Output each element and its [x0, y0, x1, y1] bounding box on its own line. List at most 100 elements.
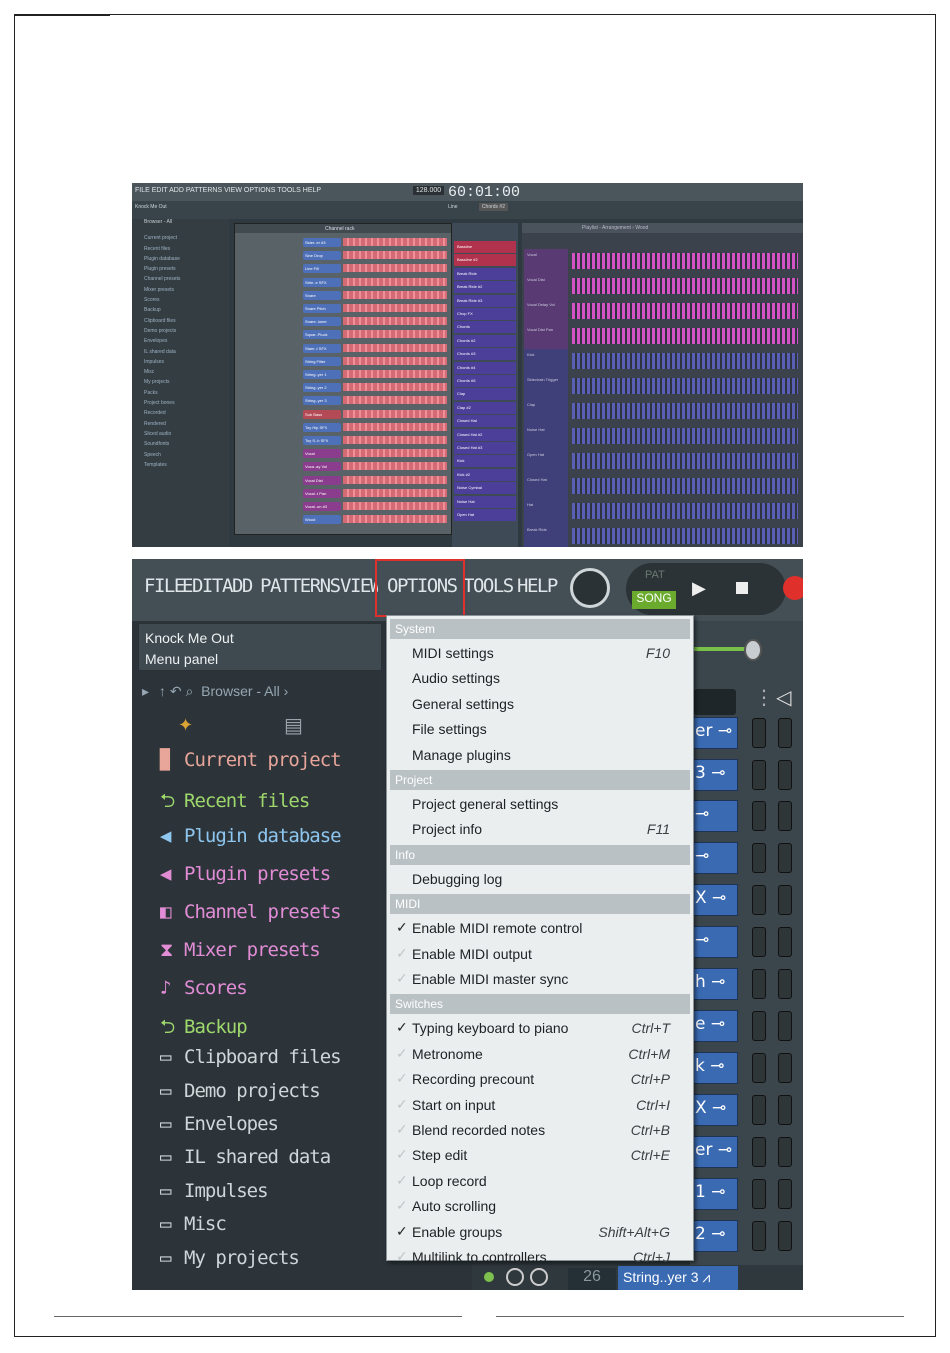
- overview-browser-item[interactable]: Recent files: [132, 246, 229, 256]
- overview-browser-item[interactable]: Recorded: [132, 410, 229, 420]
- overview-browser-item[interactable]: Misc: [132, 369, 229, 379]
- menu-item[interactable]: ✓ Recording precount Ctrl+P: [390, 1067, 690, 1092]
- overview-mixer-track[interactable]: Closed Hat #3: [454, 442, 516, 454]
- overview-mixer-track[interactable]: Clap #2: [454, 401, 516, 414]
- overview-browser-item[interactable]: Impulses: [132, 359, 229, 369]
- overview-step-pads[interactable]: [343, 290, 447, 299]
- overview-playlist-track[interactable]: Break Ride: [524, 524, 568, 547]
- browser-item[interactable]: ♪ Scores: [160, 977, 248, 999]
- menu-item[interactable]: ✓ Enable MIDI output: [390, 942, 690, 967]
- overview-browser-item[interactable]: Scores: [132, 297, 229, 307]
- overview-step-pads[interactable]: [343, 277, 447, 286]
- overview-step-pads[interactable]: [343, 502, 447, 510]
- browser-item[interactable]: ▭ Demo projects: [160, 1080, 321, 1102]
- overview-step-pads[interactable]: [343, 330, 447, 339]
- mixer-track-number[interactable]: 26: [568, 1268, 616, 1290]
- pat-mode-label[interactable]: PAT: [645, 569, 665, 581]
- overview-step-pads[interactable]: [343, 462, 447, 471]
- overview-browser-item[interactable]: IL shared data: [132, 349, 229, 359]
- select-switch[interactable]: [778, 1137, 792, 1167]
- overview-mixer-track[interactable]: Bassline: [454, 241, 516, 253]
- channel-button[interactable]: 2 ⊸: [690, 1220, 738, 1252]
- select-switch[interactable]: [778, 927, 792, 957]
- mute-switch[interactable]: [752, 969, 766, 999]
- select-switch[interactable]: [778, 760, 792, 790]
- overview-browser-item[interactable]: Mixer presets: [132, 287, 229, 297]
- menu-item[interactable]: Project info F11: [390, 817, 690, 842]
- overview-channel-button[interactable]: Sub Bass: [303, 409, 341, 419]
- document-icon[interactable]: ▤: [284, 713, 303, 737]
- menu-item[interactable]: MIDI settings F10: [390, 641, 690, 666]
- browser-item[interactable]: ▭ My projects: [160, 1247, 300, 1269]
- overview-step-pads[interactable]: [343, 304, 447, 312]
- menu-item[interactable]: ✓ Metronome Ctrl+M: [390, 1042, 690, 1067]
- overview-mixer-track[interactable]: Chords #5: [454, 375, 516, 387]
- overview-browser-item[interactable]: Current project: [132, 235, 229, 245]
- overview-step-pads[interactable]: [343, 317, 447, 326]
- browser-item[interactable]: ◀ Plugin database: [160, 825, 342, 847]
- browser-item[interactable]: ▭ Impulses: [160, 1180, 269, 1202]
- overview-step-pads[interactable]: [343, 409, 447, 418]
- select-switch[interactable]: [778, 969, 792, 999]
- channel-button[interactable]: k ⊸: [690, 1052, 738, 1084]
- overview-mixer-track[interactable]: Open Hat: [454, 509, 516, 521]
- select-switch[interactable]: [778, 801, 792, 831]
- overview-mixer-track[interactable]: Clap: [454, 388, 516, 401]
- menu-add[interactable]: ADD: [222, 575, 253, 597]
- overview-channel-button[interactable]: Voca..ay Vol: [303, 462, 341, 472]
- overview-mixer-track[interactable]: Chords #3: [454, 348, 516, 361]
- overview-mixer-track[interactable]: Chords: [454, 321, 516, 334]
- overview-step-pads[interactable]: [343, 251, 447, 260]
- browser-item[interactable]: ⧗ Mixer presets: [160, 939, 321, 961]
- select-switch[interactable]: [778, 718, 792, 748]
- overview-browser-item[interactable]: Packs: [132, 390, 229, 400]
- channel-button[interactable]: X ⊸: [690, 884, 738, 916]
- overview-step-pads[interactable]: [343, 383, 447, 392]
- channel-rack-selector[interactable]: [694, 689, 736, 715]
- pan-knob[interactable]: [506, 1268, 524, 1286]
- mute-switch[interactable]: [752, 927, 766, 957]
- overview-step-pads[interactable]: [343, 356, 447, 365]
- select-switch[interactable]: [778, 1221, 792, 1251]
- overview-mixer-track[interactable]: Closed Hat #2: [454, 428, 516, 441]
- select-switch[interactable]: [778, 885, 792, 915]
- menu-help[interactable]: HELP: [517, 575, 558, 597]
- overview-step-pads[interactable]: [343, 515, 447, 524]
- overview-step-pads[interactable]: [343, 436, 447, 444]
- overview-browser-item[interactable]: Plugin database: [132, 256, 229, 266]
- mute-switch[interactable]: [752, 885, 766, 915]
- overview-channel-button[interactable]: Sider..er #3: [303, 238, 341, 247]
- overview-mixer-track[interactable]: Chords #2: [454, 334, 516, 347]
- overview-mixer-track[interactable]: Break Ride: [454, 267, 516, 280]
- menu-item[interactable]: General settings: [390, 692, 690, 717]
- mute-switch[interactable]: [752, 801, 766, 831]
- tempo-slider[interactable]: [690, 639, 803, 661]
- overview-channel-button[interactable]: Sine Drop: [303, 251, 341, 261]
- overview-playlist-track[interactable]: Vocal Dist: [524, 274, 568, 299]
- overview-channel-button[interactable]: Squar..Pluck: [303, 330, 341, 340]
- overview-channel-button[interactable]: Snare Pitch: [303, 304, 341, 313]
- up-arrow-icon[interactable]: ↑: [159, 683, 166, 699]
- overview-step-pads[interactable]: [343, 264, 447, 273]
- browser-item[interactable]: ▉ Current project: [160, 749, 342, 771]
- overview-playlist-track[interactable]: Hat: [524, 499, 568, 524]
- browser-item[interactable]: ◀ Plugin presets: [160, 863, 331, 885]
- select-switch[interactable]: [778, 1053, 792, 1083]
- browser-item[interactable]: ⮌ Recent files: [160, 787, 310, 819]
- channel-button[interactable]: X ⊸: [690, 1094, 738, 1126]
- overview-browser-item[interactable]: Rendered: [132, 421, 229, 431]
- menu-item[interactable]: ✓ Auto scrolling: [390, 1194, 690, 1219]
- select-switch[interactable]: [778, 1179, 792, 1209]
- overview-playlist-track[interactable]: Clap: [524, 399, 568, 424]
- overview-channel-button[interactable]: Vocal..on #3: [303, 502, 341, 511]
- record-icon[interactable]: [783, 576, 803, 600]
- sparkle-icon[interactable]: ✦: [178, 715, 193, 736]
- menu-patterns[interactable]: PATTERNS: [260, 575, 341, 597]
- select-switch[interactable]: [778, 843, 792, 873]
- overview-step-pads[interactable]: [343, 449, 447, 458]
- channel-button[interactable]: 3 ⊸: [690, 759, 738, 791]
- overview-channel-button[interactable]: String..yer 2: [303, 383, 341, 393]
- overview-step-pads[interactable]: [343, 396, 447, 405]
- overview-channel-button[interactable]: Snare: [303, 290, 341, 300]
- overview-mixer-track[interactable]: Kick: [454, 455, 516, 468]
